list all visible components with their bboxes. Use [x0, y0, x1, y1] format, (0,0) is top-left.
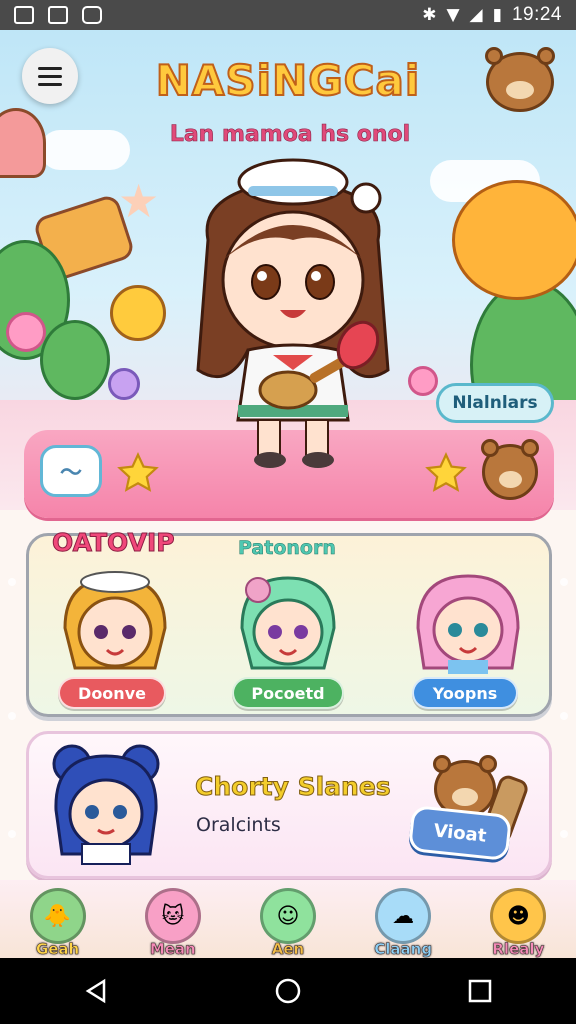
star-icon[interactable] [116, 451, 160, 495]
nav-label: Aen [271, 940, 305, 959]
feature-subtitle: Oralcints [196, 814, 281, 836]
bottom-nav: 🐥 Geah 🐱 Mean ☺ Aen ☁ Claang ☻ Rlealy [0, 880, 576, 958]
status-time: 19:24 [511, 4, 562, 25]
star-icon: ★ [118, 174, 160, 228]
duck-icon: 🐥 [29, 888, 86, 944]
recents-icon[interactable] [466, 977, 494, 1005]
character-avatar-1[interactable] [55, 568, 175, 678]
nav-label: Mean [149, 940, 196, 959]
back-icon[interactable] [82, 977, 110, 1005]
gallery-notification-icon [48, 6, 68, 24]
signal-icon: ◢ [469, 5, 483, 25]
main-character-illustration [196, 158, 390, 468]
feature-character-avatar [52, 744, 160, 865]
bluetooth-icon: ✱ [422, 5, 437, 25]
mushroom-icon [0, 108, 46, 178]
character-button-1[interactable]: Doonve [58, 677, 166, 709]
section-title: OATOVIP [52, 528, 176, 558]
nav-item-rlealy[interactable]: ☻ Rlealy [473, 888, 563, 958]
feature-title: Chorty Slanes [195, 772, 392, 802]
character-icon: ☺ [259, 888, 316, 944]
cloud-icon: ☁ [375, 888, 432, 944]
blob-mascot-icon [452, 180, 576, 300]
nav-item-claang[interactable]: ☁ Claang [358, 888, 448, 958]
section-subtitle: Patonorn [238, 537, 336, 560]
photo-notification-icon [82, 6, 102, 24]
wifi-icon: ▼ [446, 5, 460, 25]
nav-item-aen[interactable]: ☺ Aen [243, 888, 333, 958]
home-icon[interactable] [274, 977, 302, 1005]
cat-icon: 🐱 [144, 888, 201, 944]
app-title: NASiNGCai [155, 55, 421, 106]
nav-label: Claang [374, 940, 433, 959]
status-bar: ✱ ▼ ◢ ▮ 19:24 [0, 0, 576, 30]
chat-button[interactable]: 〜 [40, 445, 102, 497]
character-avatar-3[interactable] [408, 568, 528, 678]
nav-item-mean[interactable]: 🐱 Mean [128, 888, 218, 958]
star-icon[interactable] [424, 451, 468, 495]
nav-label: Geah [35, 940, 80, 959]
character-button-2[interactable]: Pocoetd [232, 677, 344, 709]
menu-button[interactable] [22, 48, 78, 104]
system-nav-bar [0, 958, 576, 1024]
bear-avatar-button[interactable] [481, 439, 539, 500]
app-subtitle: Lan mamoa hs onol [169, 122, 411, 148]
smiley-icon: ☻ [490, 888, 547, 944]
bear-mascot-icon [485, 47, 555, 112]
lollipop-icon [110, 285, 166, 341]
nav-item-geah[interactable]: 🐥 Geah [13, 888, 103, 958]
character-avatar-2[interactable] [228, 568, 348, 678]
image-notification-icon [14, 6, 34, 24]
nav-label: Rlealy [492, 940, 545, 959]
chat-icon: 〜 [59, 461, 82, 486]
battery-icon: ▮ [492, 5, 502, 25]
character-button-3[interactable]: Yoopns [412, 677, 518, 709]
hero-badge[interactable]: Nlalnlars [436, 383, 554, 423]
